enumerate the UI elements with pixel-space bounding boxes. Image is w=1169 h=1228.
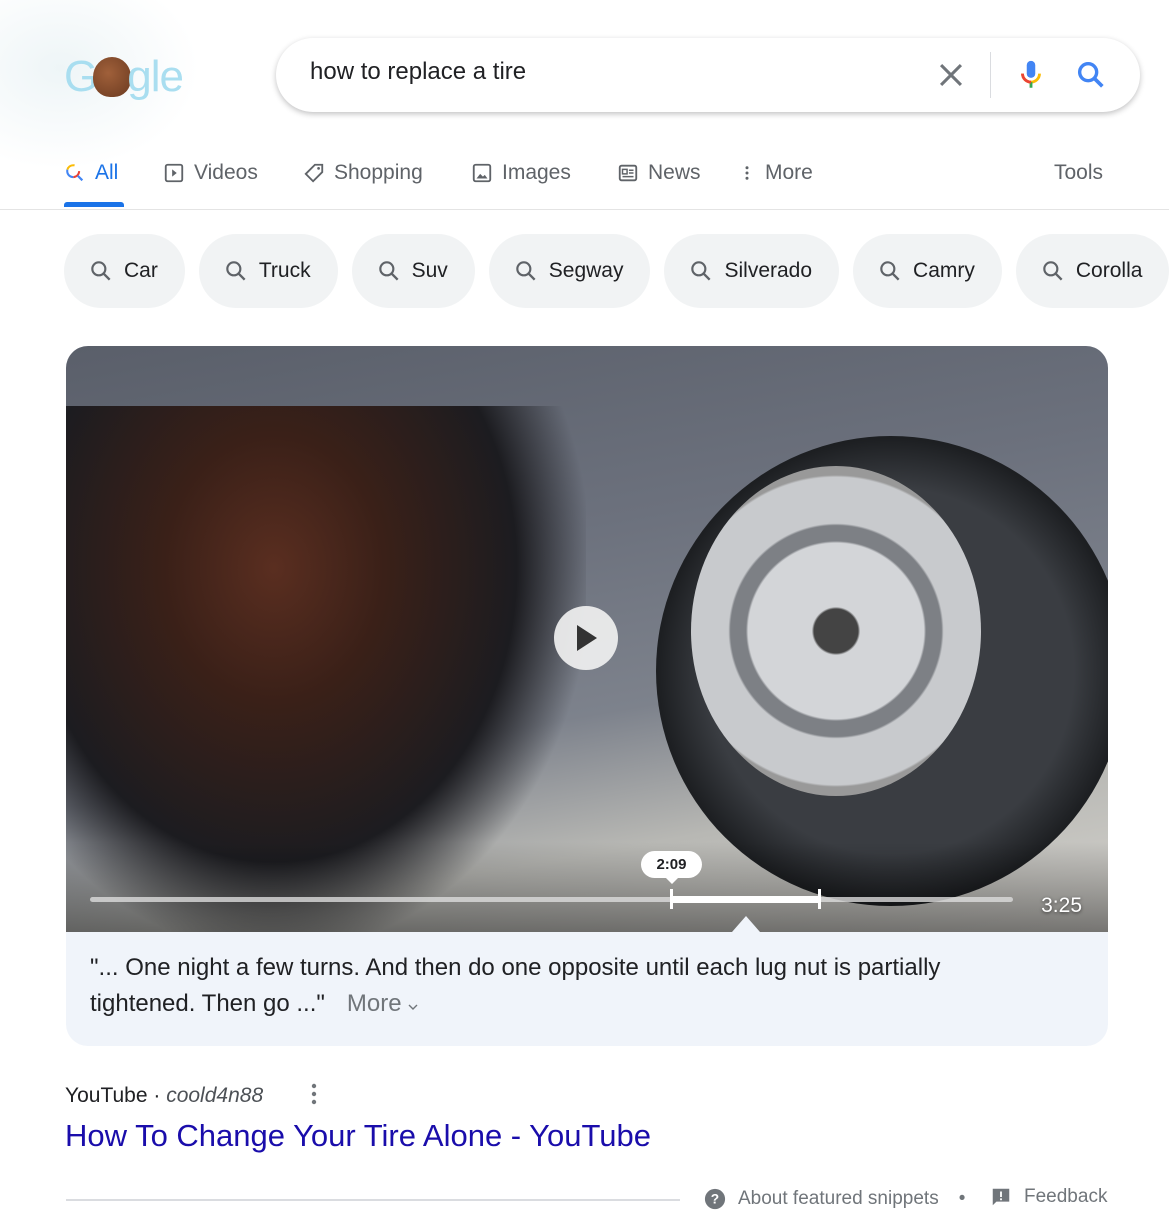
more-button[interactable]: More — [347, 990, 418, 1017]
active-tab-indicator — [64, 202, 124, 207]
tab-images[interactable]: Images — [471, 158, 571, 188]
tab-news[interactable]: News — [617, 158, 701, 188]
help-icon: ? — [704, 1188, 726, 1210]
chip-suv[interactable]: Suv — [351, 234, 475, 308]
chip-camry[interactable]: Camry — [853, 234, 1002, 308]
chip-label: Truck — [258, 259, 311, 282]
refinement-chips: Car Truck Suv Segway Silverado Camry Corolla — [64, 234, 1169, 308]
tab-label: Videos — [194, 161, 258, 184]
search-icon[interactable] — [1074, 58, 1108, 92]
divider — [66, 1199, 680, 1201]
clear-icon[interactable] — [934, 58, 968, 92]
featured-video-snippet: 2:09 3:25 "... One night a few turns. An… — [66, 346, 1108, 1046]
tools-label: Tools — [1054, 161, 1104, 184]
quote-text: "... One night a few turns. And then do … — [90, 954, 941, 1017]
chip-label: Camry — [913, 259, 975, 282]
video-progress-bar[interactable]: 2:09 — [90, 851, 1013, 909]
chip-truck[interactable]: Truck — [198, 234, 338, 308]
play-icon — [577, 625, 597, 651]
search-icon — [226, 261, 246, 281]
search-icon — [91, 261, 111, 281]
tab-all[interactable]: All — [64, 158, 118, 188]
kebab-icon — [745, 166, 749, 180]
play-button[interactable] — [554, 606, 618, 670]
clip-start-marker — [670, 889, 674, 909]
source-author: coold4n88 — [166, 1084, 264, 1107]
chip-label: Corolla — [1075, 259, 1143, 282]
result-title-link[interactable]: How To Change Your Tire Alone - YouTube — [65, 1118, 651, 1154]
feedback-link[interactable]: Feedback — [990, 1186, 1107, 1208]
result-options-icon[interactable] — [306, 1082, 322, 1106]
video-icon — [164, 163, 184, 183]
chip-label: Silverado — [724, 259, 813, 282]
chip-label: Car — [124, 259, 158, 282]
tab-more[interactable]: More — [738, 158, 813, 188]
feedback-label: Feedback — [1024, 1186, 1108, 1207]
chip-segway[interactable]: Segway — [488, 234, 651, 308]
search-input[interactable] — [310, 58, 910, 86]
about-featured-snippets-link[interactable]: ? About featured snippets • — [704, 1188, 965, 1210]
feedback-icon — [992, 1188, 1010, 1206]
result-source: YouTube · coold4n88 — [65, 1084, 264, 1107]
video-rim — [691, 466, 981, 796]
search-icon — [691, 261, 711, 281]
search-icon — [880, 261, 900, 281]
search-icon — [1043, 261, 1063, 281]
search-tabs: All Videos Shopping Images News More Too… — [0, 158, 1169, 210]
tab-videos[interactable]: Videos — [163, 158, 258, 188]
video-thumbnail[interactable]: 2:09 3:25 — [66, 346, 1108, 932]
image-icon — [472, 163, 492, 183]
tools-button[interactable]: Tools — [1054, 158, 1103, 188]
chip-label: Suv — [411, 259, 448, 282]
tab-label: Shopping — [334, 161, 423, 184]
microphone-icon[interactable] — [1014, 58, 1048, 92]
more-label: More — [346, 990, 402, 1017]
controls-shade — [66, 842, 1108, 932]
chip-car[interactable]: Car — [64, 234, 185, 308]
tab-label: Images — [502, 161, 571, 184]
google-doodle-logo[interactable]: Ggle — [64, 52, 184, 102]
source-name: YouTube — [65, 1084, 148, 1107]
tab-label: More — [765, 161, 813, 184]
search-icon — [378, 261, 399, 281]
svg-text:?: ? — [711, 1192, 719, 1207]
search-icon — [66, 164, 84, 182]
snippet-quote: "... One night a few turns. And then do … — [90, 950, 1050, 1022]
separator-dot: • — [958, 1188, 966, 1209]
chevron-down-icon — [408, 1004, 418, 1010]
search-icon — [516, 261, 536, 281]
chip-label: Segway — [548, 259, 624, 282]
video-duration: 3:25 — [1041, 894, 1082, 917]
tab-shopping[interactable]: Shopping — [303, 158, 423, 188]
clip-end-marker — [818, 889, 822, 909]
current-time-bubble: 2:09 — [641, 851, 702, 884]
news-icon — [618, 164, 638, 182]
divider — [990, 52, 991, 98]
chip-silverado[interactable]: Silverado — [664, 234, 840, 308]
clip-segment — [671, 896, 820, 903]
chip-corolla[interactable]: Corolla — [1015, 234, 1169, 308]
search-box — [276, 38, 1140, 112]
about-label: About featured snippets — [738, 1188, 939, 1209]
snippet-pointer — [732, 916, 760, 932]
tag-icon — [304, 163, 324, 183]
tab-label: News — [648, 161, 701, 184]
tab-label: All — [95, 161, 119, 184]
